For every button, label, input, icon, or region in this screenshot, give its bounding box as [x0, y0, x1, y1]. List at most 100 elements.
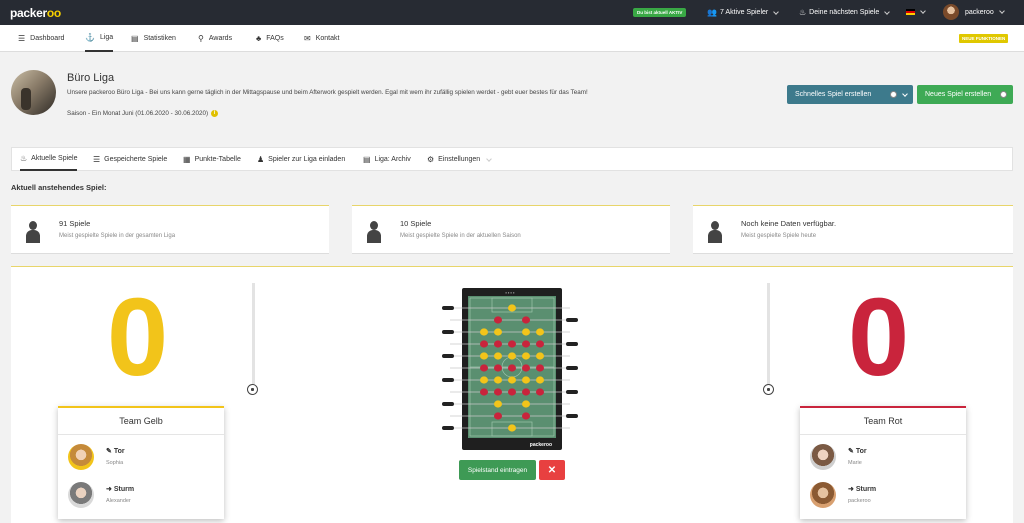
runner-icon: ➜: [848, 486, 854, 493]
nav-item-liga[interactable]: ⚓ Liga: [85, 25, 114, 52]
stat-card-today: Noch keine Daten verfügbar. Meist gespie…: [693, 205, 1013, 254]
nav-item-dashboard[interactable]: ☰ Dashboard: [18, 25, 64, 52]
rod-handle: [442, 354, 454, 358]
rod-handle: [442, 402, 454, 406]
foosball-figure: [522, 364, 530, 372]
league-image: [11, 70, 56, 115]
foosball-figure: [508, 424, 516, 432]
nav-item-kontakt[interactable]: ✉ Kontakt: [304, 25, 339, 52]
chart-icon: ▤: [131, 33, 139, 43]
slider-ball-handle-icon[interactable]: [247, 384, 258, 395]
chevron-down-icon: [884, 8, 891, 15]
score-slider-red[interactable]: [767, 283, 770, 391]
tab-einstellungen[interactable]: ⚙ Einstellungen: [427, 148, 493, 171]
foosball-figure: [494, 340, 502, 348]
league-season: Saison - Ein Monat Juni (01.06.2020 - 30…: [67, 110, 219, 117]
user-menu[interactable]: packeroo: [943, 4, 1005, 20]
next-games-menu[interactable]: ♨ Deine nächsten Spiele: [799, 8, 891, 17]
team-card-red: Team Rot ✎ Tor Marie ➜ Sturm packeroo: [800, 406, 966, 519]
gear-icon: ⚙: [427, 154, 435, 164]
new-game-button[interactable]: Neues Spiel erstellen: [917, 85, 1013, 104]
status-badge: Du bist aktuell AKTIV: [633, 8, 687, 17]
foosball-figure: [536, 376, 544, 384]
avatar: [68, 482, 94, 508]
foosball-icon: ☰: [18, 33, 26, 43]
foosball-figure: [522, 400, 530, 408]
tab-liga-archiv[interactable]: ▤ Liga: Archiv: [363, 148, 411, 171]
list-icon: ☰: [93, 154, 101, 164]
league-description: Unsere packeroo Büro Liga - Bei uns kann…: [67, 89, 588, 96]
user-silhouette-icon: [708, 221, 722, 243]
german-flag-icon: [906, 9, 915, 15]
tab-punkte-tabelle[interactable]: ▦ Punkte-Tabelle: [183, 148, 241, 171]
avatar: [810, 482, 836, 508]
rod-handle: [442, 426, 454, 430]
rod-handle: [566, 390, 578, 394]
goal-icon: ✎: [848, 448, 854, 455]
foosball-figure: [480, 352, 488, 360]
soccer-ball-icon: [890, 91, 897, 98]
rod-handle: [566, 366, 578, 370]
chevron-down-icon: [902, 90, 908, 97]
tab-aktuelle-spiele[interactable]: ♨ Aktuelle Spiele: [20, 148, 78, 171]
quick-game-button[interactable]: Schnelles Spiel erstellen: [787, 85, 913, 104]
foosball-figure: [522, 340, 530, 348]
foosball-figure: [494, 376, 502, 384]
foosball-figure: [508, 304, 516, 312]
foosball-figure: [522, 376, 530, 384]
tab-spieler-einladen[interactable]: ♟ Spieler zur Liga einladen: [257, 148, 345, 171]
trophy-icon: ⚓: [85, 32, 95, 42]
foosball-figure: [494, 328, 502, 336]
new-features-button[interactable]: NEUE FUNKTIONEN: [959, 34, 1009, 43]
foosball-figure: [522, 316, 530, 324]
foosball-figure: [522, 328, 530, 336]
cancel-game-button[interactable]: ✕: [539, 460, 565, 480]
foosball-figure: [480, 364, 488, 372]
league-title: Büro Liga: [67, 72, 115, 84]
foosball-figure: [494, 412, 502, 420]
chat-icon: ✉: [304, 33, 311, 43]
team-card-yellow: Team Gelb ✎ Tor Sophia ➜ Sturm Alexander: [58, 406, 224, 519]
rod-handle: [442, 306, 454, 310]
flame-icon: ♨: [20, 153, 28, 163]
goal-icon: ✎: [106, 448, 112, 455]
foosball-figure: [522, 388, 530, 396]
table-brand-label: packeroo: [530, 442, 552, 448]
foosball-figure: [508, 352, 516, 360]
top-bar: packeroo Du bist aktuell AKTIV 👥 7 Aktiv…: [0, 0, 1024, 25]
nav-item-statistiken[interactable]: ▤ Statistiken: [131, 25, 176, 52]
nav-item-awards[interactable]: ⚲ Awards: [198, 25, 232, 52]
foosball-figure: [522, 412, 530, 420]
score-slider-yellow[interactable]: [252, 283, 255, 391]
runner-icon: ➜: [106, 486, 112, 493]
rod-handle: [442, 330, 454, 334]
nav-item-faqs[interactable]: ♣ FAQs: [256, 25, 284, 52]
slider-ball-handle-icon[interactable]: [763, 384, 774, 395]
league-tabs: ♨ Aktuelle Spiele ☰ Gespeicherte Spiele …: [11, 147, 1013, 171]
foosball-table-graphic: ▪ ▪ ▪ ▪ packeroo: [442, 288, 578, 450]
foosball-figure: [522, 352, 530, 360]
archive-icon: ▤: [363, 154, 371, 164]
language-menu[interactable]: [906, 8, 926, 15]
foosball-figure: [536, 340, 544, 348]
foosball-figure: [508, 388, 516, 396]
info-icon[interactable]: i: [211, 110, 219, 117]
table-icon: ▦: [183, 154, 191, 164]
foosball-figure: [508, 364, 516, 372]
chevron-down-icon: [773, 8, 780, 15]
svg-text:▪ ▪ ▪ ▪: ▪ ▪ ▪ ▪: [505, 290, 515, 295]
foosball-table: ▪ ▪ ▪ ▪ packeroo: [440, 284, 580, 452]
packeroo-logo[interactable]: packeroo: [10, 6, 61, 20]
avatar: [943, 4, 959, 20]
foosball-figure: [494, 316, 502, 324]
foosball-figure: [480, 328, 488, 336]
active-players-menu[interactable]: 👥 7 Aktive Spieler: [707, 8, 780, 17]
enter-score-button[interactable]: Spielstand eintragen: [459, 460, 536, 480]
flame-icon: ♨: [799, 8, 807, 17]
foosball-figure: [494, 400, 502, 408]
foosball-figure: [480, 388, 488, 396]
faq-icon: ♣: [256, 33, 262, 43]
tab-gespeicherte-spiele[interactable]: ☰ Gespeicherte Spiele: [93, 148, 167, 171]
foosball-figure: [536, 328, 544, 336]
section-title: Aktuell anstehendes Spiel:: [11, 183, 107, 192]
